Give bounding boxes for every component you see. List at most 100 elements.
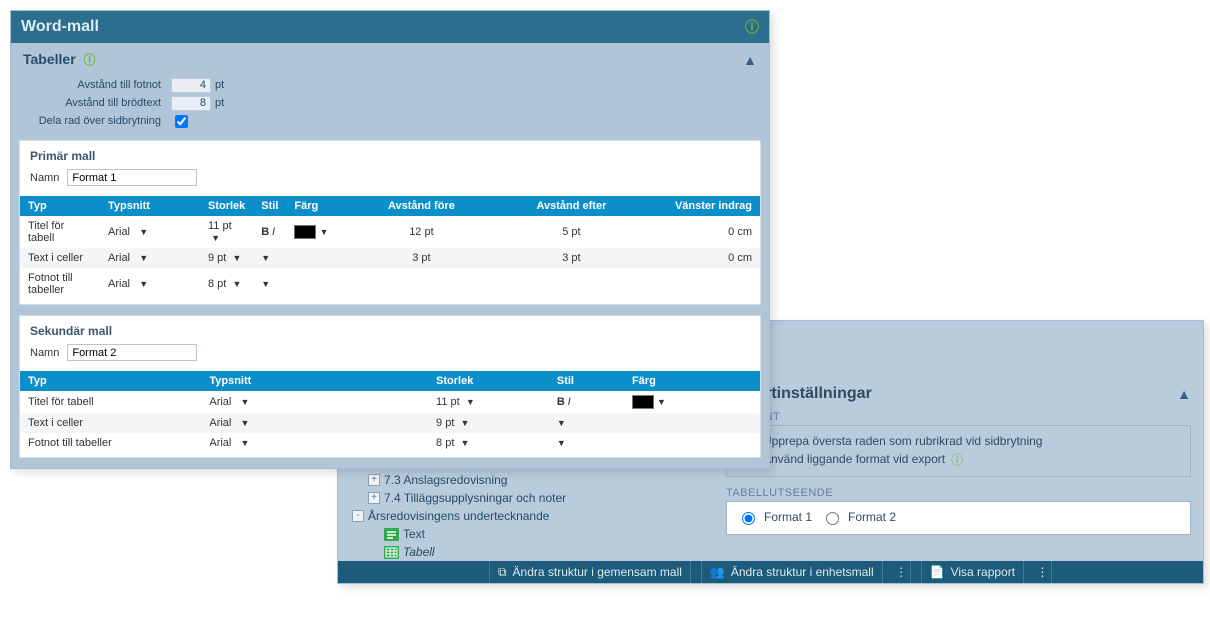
btn-enhetsmall-menu[interactable]: ⋮ — [893, 561, 911, 583]
help-icon[interactable]: ⓘ — [84, 53, 96, 67]
cell-stil[interactable]: B I — [549, 391, 624, 413]
allmant-box: Upprepa översta raden som rubrikrad vid … — [726, 425, 1191, 477]
cell-storlek[interactable]: 11 pt ▼ — [200, 216, 253, 248]
tree-item[interactable]: -Årsredovisingens undertecknande — [344, 507, 708, 525]
input-avstand-fotnot[interactable]: 4 — [171, 78, 211, 93]
label-liggande-format: Använd liggande format vid export — [763, 452, 945, 466]
tree-item[interactable]: Text — [344, 525, 708, 543]
collapse-icon[interactable]: ▲︎ — [743, 52, 757, 68]
th-typ: Typ — [20, 371, 201, 391]
expand-icon[interactable]: + — [368, 492, 380, 504]
cell-typsnitt[interactable]: Arial ▼ — [100, 268, 200, 300]
collapse-icon[interactable]: ▲︎ — [1177, 386, 1191, 402]
cell-storlek[interactable]: 8 pt ▼ — [428, 433, 549, 453]
primar-namn-input[interactable] — [67, 169, 197, 186]
cell-typsnitt[interactable]: Arial ▼ — [100, 248, 200, 268]
btn-visa-rapport[interactable]: 📄 Visa rapport — [921, 561, 1024, 583]
table-row: Fotnot till tabellerArial ▼8 pt ▼▼ — [20, 433, 760, 453]
tree-item[interactable]: Tabell — [344, 543, 708, 561]
export-settings-pane: Exportinställningar ▲︎ ALLMÄNT Upprepa ö… — [708, 321, 1203, 561]
chevron-down-icon[interactable]: ▼ — [557, 418, 566, 428]
cell-stil[interactable]: ▼ — [253, 268, 286, 300]
cell-farg[interactable] — [624, 413, 760, 433]
sekundar-namn-input[interactable] — [67, 344, 197, 361]
th-indrag: Vänster indrag — [646, 196, 760, 216]
btn-visa-rapport-menu[interactable]: ⋮ — [1034, 561, 1052, 583]
cell-typsnitt[interactable]: Arial ▼ — [201, 391, 428, 413]
chevron-down-icon[interactable]: ▼ — [241, 418, 250, 428]
th-typsnitt: Typsnitt — [100, 196, 200, 216]
chevron-down-icon[interactable]: ▼ — [261, 253, 270, 263]
cell-typ: Titel för tabell — [20, 216, 100, 248]
cell-farg[interactable] — [286, 268, 346, 300]
color-swatch[interactable] — [632, 395, 654, 409]
sekundar-title: Sekundär mall — [20, 316, 760, 340]
cell-storlek[interactable]: 9 pt ▼ — [200, 248, 253, 268]
table-icon — [384, 546, 399, 559]
cell-typsnitt[interactable]: Arial ▼ — [201, 413, 428, 433]
cell-farg[interactable]: ▼ — [624, 391, 760, 413]
table-row: Text i cellerArial ▼9 pt ▼▼3 pt3 pt0 cm — [20, 248, 760, 268]
chevron-down-icon[interactable]: ▼ — [139, 227, 148, 237]
chevron-down-icon[interactable]: ▼ — [461, 418, 470, 428]
input-avstand-brodtext[interactable]: 8 — [171, 96, 211, 111]
cell-typ: Text i celler — [20, 248, 100, 268]
cell-stil[interactable]: B I — [253, 216, 286, 248]
bottom-toolbar: ⧉ Ändra struktur i gemensam mall 👥 Ändra… — [338, 561, 1203, 583]
help-icon[interactable]: ⓘ — [745, 17, 759, 37]
cell-typsnitt[interactable]: Arial ▼ — [201, 433, 428, 453]
table-row: Fotnot till tabellerArial ▼8 pt ▼▼ — [20, 268, 760, 300]
tree-item-label: 7.3 Anslagsredovisning — [384, 473, 507, 487]
th-stil: Stil — [549, 371, 624, 391]
primar-title: Primär mall — [20, 141, 760, 165]
th-typsnitt: Typsnitt — [201, 371, 428, 391]
cell-farg[interactable] — [286, 248, 346, 268]
cell-indrag: 0 cm — [646, 216, 760, 248]
label-format-1: Format 1 — [764, 510, 812, 524]
chevron-down-icon[interactable]: ▼ — [211, 233, 220, 243]
tree-item[interactable]: +7.3 Anslagsredovisning — [344, 471, 708, 489]
chevron-down-icon[interactable]: ▼ — [461, 438, 470, 448]
cell-farg[interactable] — [624, 433, 760, 453]
chevron-down-icon[interactable]: ▼ — [319, 227, 328, 237]
btn-enhetsmall[interactable]: 👥 Ändra struktur i enhetsmall — [701, 561, 883, 583]
chevron-down-icon[interactable]: ▼ — [241, 438, 250, 448]
tree-item[interactable]: +7.4 Tilläggsupplysningar och noter — [344, 489, 708, 507]
radio-format-1[interactable] — [742, 512, 755, 525]
chevron-down-icon[interactable]: ▼ — [139, 279, 148, 289]
chevron-down-icon[interactable]: ▼ — [139, 253, 148, 263]
chevron-down-icon[interactable]: ▼ — [557, 438, 566, 448]
cell-stil[interactable]: ▼ — [549, 413, 624, 433]
cell-stil[interactable]: ▼ — [549, 433, 624, 453]
cell-storlek[interactable]: 8 pt ▼ — [200, 268, 253, 300]
chevron-down-icon[interactable]: ▼ — [466, 397, 475, 407]
checkbox-dela-rad[interactable] — [175, 115, 188, 128]
cell-storlek[interactable]: 11 pt ▼ — [428, 391, 549, 413]
cell-farg[interactable]: ▼ — [286, 216, 346, 248]
expand-icon[interactable]: + — [368, 474, 380, 486]
chevron-down-icon[interactable]: ▼ — [232, 279, 241, 289]
section-bar-tabeller[interactable]: Tabeller ⓘ ▲︎ — [11, 43, 769, 70]
help-icon[interactable]: ⓘ — [951, 451, 963, 468]
label-avstand-brodtext: Avstånd till brödtext — [23, 97, 171, 109]
chevron-down-icon[interactable]: ▼ — [261, 279, 270, 289]
btn-visa-rapport-label: Visa rapport — [951, 565, 1015, 579]
radio-format-2[interactable] — [826, 512, 839, 525]
collapse-icon[interactable]: - — [352, 510, 364, 522]
color-swatch[interactable] — [294, 225, 316, 239]
sekundar-table: Typ Typsnitt Storlek Stil Färg Titel för… — [20, 371, 760, 453]
cell-storlek[interactable]: 9 pt ▼ — [428, 413, 549, 433]
cell-stil[interactable]: ▼ — [253, 248, 286, 268]
btn-gemensam-mall[interactable]: ⧉ Ändra struktur i gemensam mall — [489, 561, 691, 583]
chevron-down-icon[interactable]: ▼ — [657, 397, 666, 407]
th-farg: Färg — [286, 196, 346, 216]
cell-typ: Fotnot till tabeller — [20, 268, 100, 300]
panel-title: Word-mall — [21, 18, 99, 36]
chevron-down-icon[interactable]: ▼ — [241, 397, 250, 407]
cell-typsnitt[interactable]: Arial ▼ — [100, 216, 200, 248]
tabellutseende-header: TABELLUTSEENDE — [726, 487, 1191, 499]
expand-placeholder — [368, 528, 380, 540]
chevron-down-icon[interactable]: ▼ — [232, 253, 241, 263]
sekundar-mall-section: Sekundär mall Namn Typ Typsnitt Storlek … — [19, 315, 761, 458]
unit-pt: pt — [215, 79, 224, 91]
